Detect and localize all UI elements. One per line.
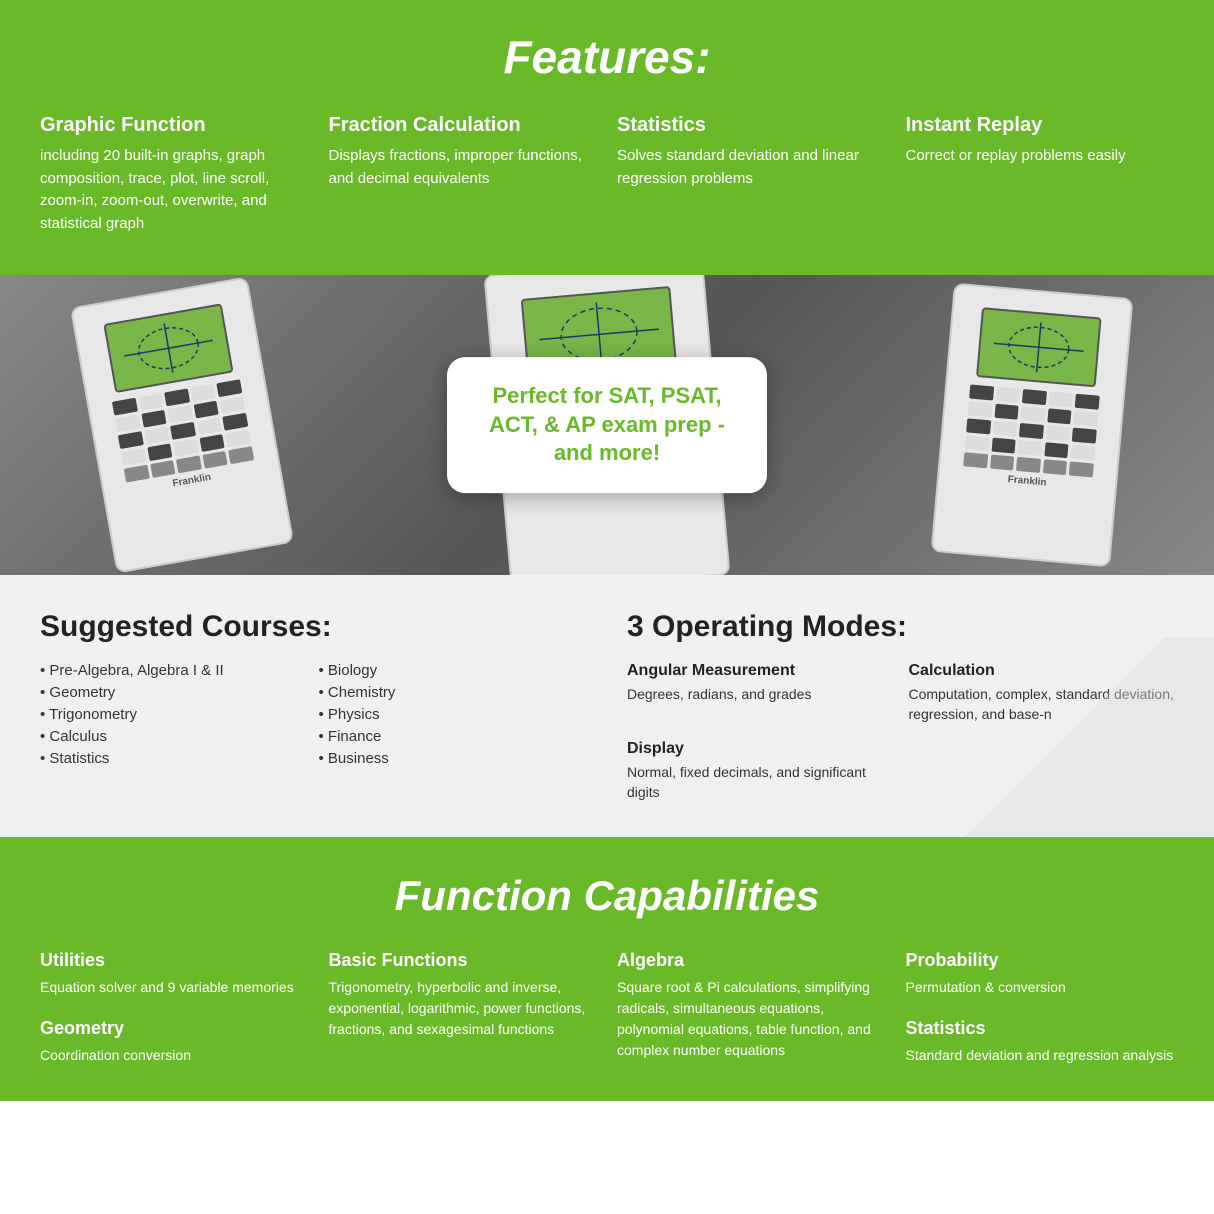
func-col-3: Algebra Square root & Pi calculations, s… <box>617 950 886 1066</box>
mode-body-calculation: Computation, complex, standard deviation… <box>909 685 1175 724</box>
courses-col: Suggested Courses: • Pre-Algebra, Algebr… <box>40 610 587 802</box>
func-body-statistics: Standard deviation and regression analys… <box>906 1045 1175 1066</box>
func-heading-basic: Basic Functions <box>329 950 598 971</box>
course-item: • Business <box>319 750 588 767</box>
feature-heading-statistics: Statistics <box>617 114 886 137</box>
calc-keys-right <box>963 384 1100 477</box>
courses-list-2: • Biology • Chemistry • Physics • Financ… <box>319 662 588 772</box>
calc-screen-left <box>104 303 234 393</box>
calculator-right: Franklin <box>930 283 1133 568</box>
func-body-geometry: Coordination conversion <box>40 1045 309 1066</box>
mode-body-display: Normal, fixed decimals, and significant … <box>627 763 893 802</box>
mode-heading-display: Display <box>627 740 893 758</box>
course-item: • Finance <box>319 728 588 745</box>
feature-heading-replay: Instant Replay <box>906 114 1175 137</box>
features-section: Features: Graphic Function including 20 … <box>0 0 1214 275</box>
mode-heading-angular: Angular Measurement <box>627 662 893 680</box>
banner-callout: Perfect for SAT, PSAT, ACT, & AP exam pr… <box>447 357 767 493</box>
func-body-algebra: Square root & Pi calculations, simplifyi… <box>617 977 886 1061</box>
func-body-utilities: Equation solver and 9 variable memories <box>40 977 309 998</box>
course-item: • Pre-Algebra, Algebra I & II <box>40 662 309 679</box>
feature-body-replay: Correct or replay problems easily <box>906 145 1175 168</box>
feature-item-graphic: Graphic Function including 20 built-in g… <box>40 114 309 235</box>
feature-item-fraction: Fraction Calculation Displays fractions,… <box>329 114 598 235</box>
func-col-4: Probability Permutation & conversion Sta… <box>906 950 1175 1066</box>
func-heading-geometry: Geometry <box>40 1018 309 1039</box>
features-title: Features: <box>40 30 1174 84</box>
func-col-2: Basic Functions Trigonometry, hyperbolic… <box>329 950 598 1066</box>
features-grid: Graphic Function including 20 built-in g… <box>40 114 1174 235</box>
mode-body-angular: Degrees, radians, and grades <box>627 685 893 705</box>
modes-col: 3 Operating Modes: Angular Measurement D… <box>627 610 1174 802</box>
func-heading-probability: Probability <box>906 950 1175 971</box>
course-item: • Calculus <box>40 728 309 745</box>
course-item: • Trigonometry <box>40 706 309 723</box>
func-section: Function Capabilities Utilities Equation… <box>0 837 1214 1101</box>
func-sub-statistics: Statistics Standard deviation and regres… <box>906 1018 1175 1066</box>
func-col-1: Utilities Equation solver and 9 variable… <box>40 950 309 1066</box>
mode-item-calculation: Calculation Computation, complex, standa… <box>909 662 1175 724</box>
course-item: • Statistics <box>40 750 309 767</box>
courses-list-1: • Pre-Algebra, Algebra I & II • Geometry… <box>40 662 309 772</box>
feature-heading-graphic: Graphic Function <box>40 114 309 137</box>
mode-heading-calculation: Calculation <box>909 662 1175 680</box>
feature-item-replay: Instant Replay Correct or replay problem… <box>906 114 1175 235</box>
func-sub-geometry: Geometry Coordination conversion <box>40 1018 309 1066</box>
course-item: • Chemistry <box>319 684 588 701</box>
calc-keys-left <box>112 379 254 482</box>
func-body-basic: Trigonometry, hyperbolic and inverse, ex… <box>329 977 598 1040</box>
course-item: • Physics <box>319 706 588 723</box>
courses-modes-section: Suggested Courses: • Pre-Algebra, Algebr… <box>0 575 1214 837</box>
course-item: • Geometry <box>40 684 309 701</box>
mode-item-display: Display Normal, fixed decimals, and sign… <box>627 740 893 802</box>
calc-brand-left: Franklin <box>172 472 212 490</box>
banner-section: Franklin Franklin <box>0 275 1214 575</box>
func-body-probability: Permutation & conversion <box>906 977 1175 998</box>
calculator-left: Franklin <box>70 276 294 573</box>
func-heading-statistics: Statistics <box>906 1018 1175 1039</box>
modes-heading: 3 Operating Modes: <box>627 610 1174 644</box>
feature-item-statistics: Statistics Solves standard deviation and… <box>617 114 886 235</box>
courses-heading: Suggested Courses: <box>40 610 587 644</box>
func-heading-algebra: Algebra <box>617 950 886 971</box>
calc-screen-right <box>976 307 1102 387</box>
feature-body-graphic: including 20 built-in graphs, graph comp… <box>40 145 309 235</box>
courses-lists: • Pre-Algebra, Algebra I & II • Geometry… <box>40 662 587 772</box>
feature-heading-fraction: Fraction Calculation <box>329 114 598 137</box>
feature-body-statistics: Solves standard deviation and linear reg… <box>617 145 886 190</box>
banner-callout-text: Perfect for SAT, PSAT, ACT, & AP exam pr… <box>482 382 732 468</box>
func-heading-utilities: Utilities <box>40 950 309 971</box>
func-title: Function Capabilities <box>40 872 1174 920</box>
calc-brand-right: Franklin <box>1007 474 1047 488</box>
mode-item-angular: Angular Measurement Degrees, radians, an… <box>627 662 893 724</box>
feature-body-fraction: Displays fractions, improper functions, … <box>329 145 598 190</box>
modes-grid: Angular Measurement Degrees, radians, an… <box>627 662 1174 802</box>
func-grid: Utilities Equation solver and 9 variable… <box>40 950 1174 1066</box>
course-item: • Biology <box>319 662 588 679</box>
